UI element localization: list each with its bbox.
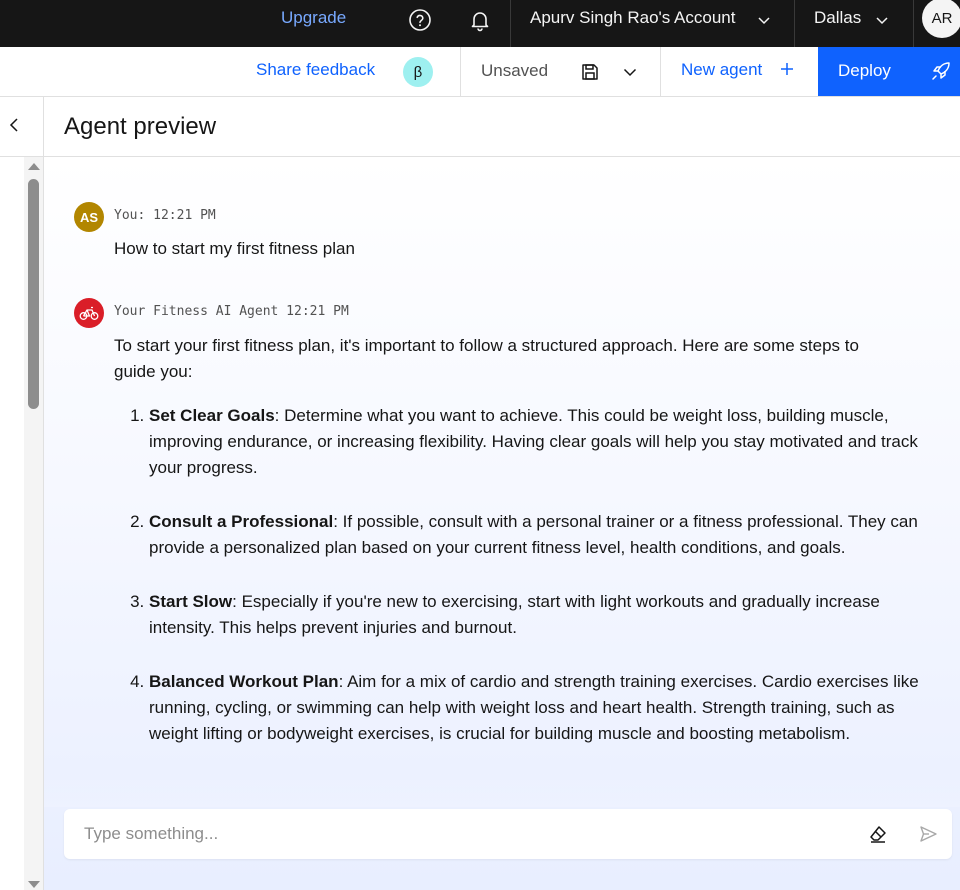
plus-icon	[781, 63, 793, 75]
message-input[interactable]	[64, 809, 844, 859]
agent-steps-list: Set Clear Goals: Determine what you want…	[114, 403, 929, 775]
save-icon[interactable]	[580, 62, 600, 82]
agent-message-meta: Your Fitness AI Agent 12:21 PM	[114, 304, 349, 319]
left-rail	[0, 97, 44, 890]
list-item: Balanced Workout Plan: Aim for a mix of …	[149, 669, 929, 747]
preview-header: Agent preview	[44, 97, 960, 157]
deploy-label: Deploy	[838, 61, 891, 80]
page-title: Agent preview	[64, 113, 217, 140]
chat-panel: AS You: 12:21 PM How to start my first f…	[44, 157, 960, 890]
scroll-up-arrow[interactable]	[28, 163, 40, 170]
user-message-text: How to start my first fitness plan	[114, 239, 355, 258]
account-name: Apurv Singh Rao's Account	[530, 8, 736, 27]
scrollbar-thumb[interactable]	[28, 179, 39, 409]
top-navigation-bar: Upgrade Apurv Singh Rao's Account Dallas…	[0, 0, 960, 47]
list-item: Start Slow: Especially if you're new to …	[149, 589, 929, 641]
step-title: Set Clear Goals	[149, 406, 275, 425]
scroll-fade	[44, 767, 960, 807]
chevron-down-icon	[758, 17, 770, 25]
toolbar-divider	[660, 47, 661, 96]
save-status: Unsaved	[481, 61, 549, 80]
region-name: Dallas	[814, 8, 862, 27]
agent-message-intro: To start your first fitness plan, it's i…	[114, 336, 859, 381]
deploy-button[interactable]: Deploy	[818, 47, 960, 96]
agent-toolbar: Share feedback β Unsaved New agent Deplo…	[0, 47, 960, 97]
chevron-down-icon	[876, 17, 888, 25]
scrollbar[interactable]	[24, 157, 43, 890]
bell-icon[interactable]	[466, 6, 494, 34]
share-feedback-link[interactable]: Share feedback	[256, 60, 375, 80]
upgrade-link[interactable]: Upgrade	[281, 8, 346, 28]
user-avatar[interactable]: AR	[922, 0, 960, 38]
step-title: Balanced Workout Plan	[149, 672, 339, 691]
eraser-icon[interactable]	[868, 824, 888, 844]
new-agent-label: New agent	[681, 60, 763, 79]
topbar-divider	[510, 0, 511, 47]
beta-badge: β	[403, 57, 433, 87]
rocket-icon	[932, 62, 950, 80]
help-icon[interactable]	[406, 6, 434, 34]
toolbar-divider	[460, 47, 461, 96]
list-item: Set Clear Goals: Determine what you want…	[149, 403, 929, 481]
chevron-left-icon[interactable]	[6, 115, 22, 135]
step-title: Consult a Professional	[149, 512, 334, 531]
message-composer	[64, 809, 952, 859]
topbar-divider	[794, 0, 795, 47]
topbar-divider	[913, 0, 914, 47]
step-text: : Especially if you're new to exercising…	[149, 592, 880, 637]
user-message-meta: You: 12:21 PM	[114, 208, 216, 223]
user-message-avatar: AS	[74, 202, 104, 232]
step-title: Start Slow	[149, 592, 233, 611]
list-item: Consult a Professional: If possible, con…	[149, 509, 929, 561]
scroll-down-arrow[interactable]	[28, 881, 40, 888]
send-icon[interactable]	[918, 824, 938, 844]
chevron-down-icon[interactable]	[621, 63, 639, 81]
bicycle-icon	[74, 298, 104, 328]
